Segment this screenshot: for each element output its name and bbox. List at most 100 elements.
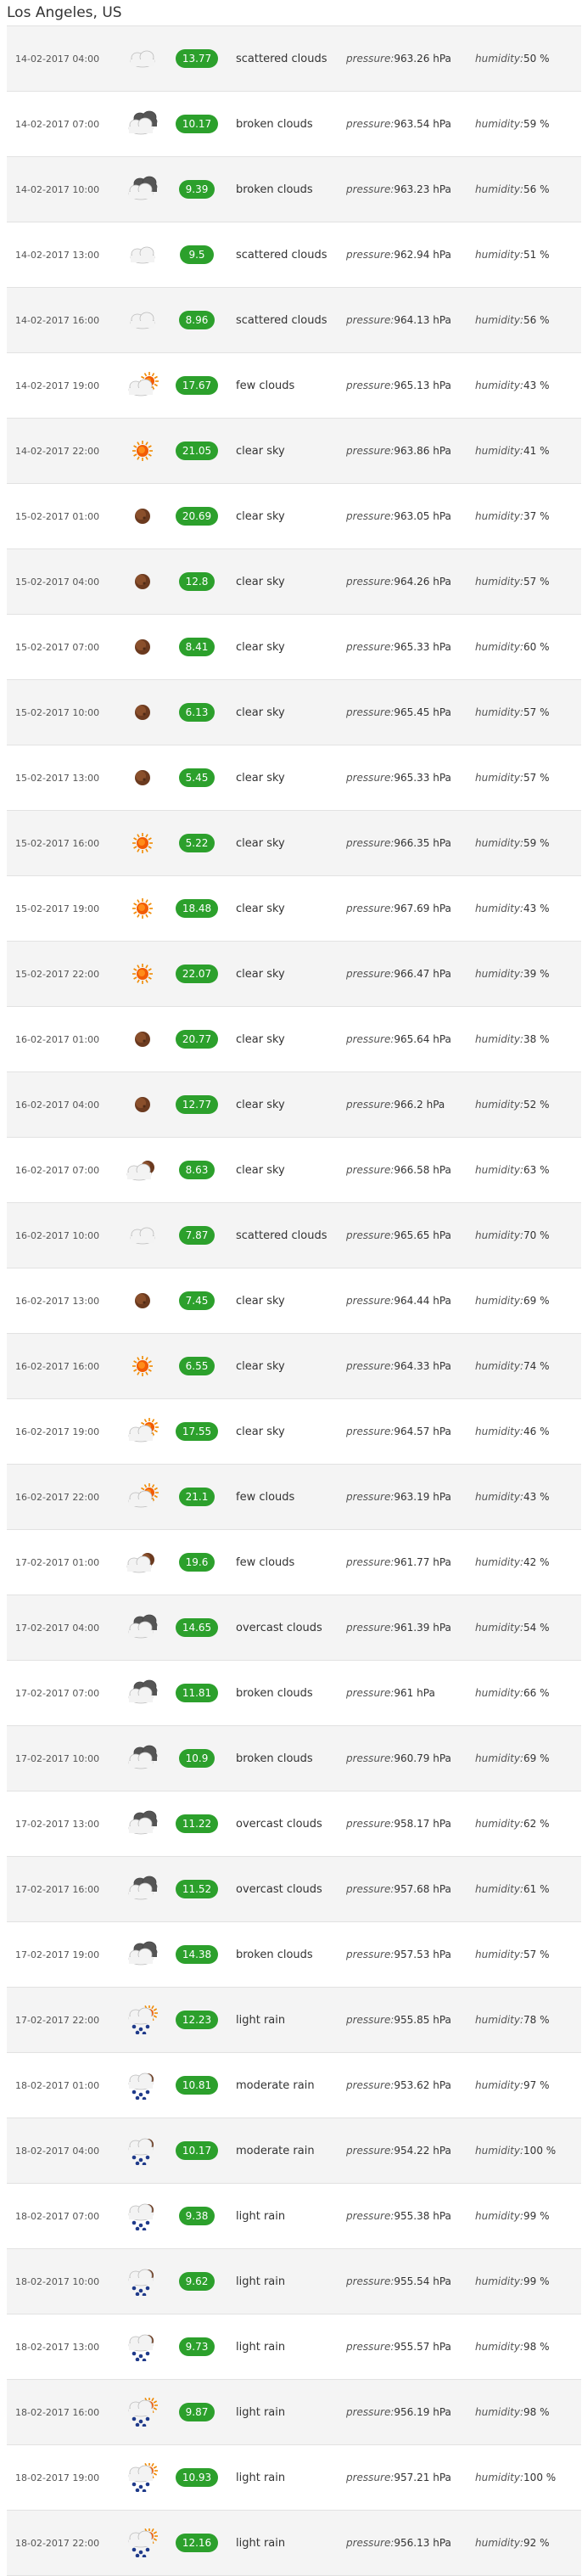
humidity-unit: % xyxy=(540,183,550,195)
humidity-field: humidity:66 % xyxy=(475,1687,570,1699)
pressure-field: pressure:961 hPa xyxy=(346,1687,475,1699)
pressure-field: pressure:967.69 hPa xyxy=(346,903,475,914)
clear-sky-night-icon xyxy=(115,567,170,596)
forecast-date: 15-02-2017 10:00 xyxy=(15,706,100,718)
temperature-cell: 12.16 xyxy=(170,2534,224,2552)
page-title: Los Angeles, US xyxy=(7,4,122,21)
pressure-label: pressure: xyxy=(346,314,395,326)
pressure-label: pressure: xyxy=(346,1164,395,1176)
temperature-badge: 10.93 xyxy=(175,2468,219,2487)
humidity-label: humidity: xyxy=(475,772,524,784)
pressure-field: pressure:965.33 hPa xyxy=(346,641,475,653)
humidity-field: humidity:100 % xyxy=(475,2145,570,2157)
pressure-unit: hPa xyxy=(433,576,451,588)
rain-night-icon xyxy=(115,2136,170,2165)
weather-description: clear sky xyxy=(236,1032,285,1046)
humidity-label: humidity: xyxy=(475,1883,524,1895)
clear-sky-day-icon xyxy=(115,829,170,858)
pressure-field: pressure:954.22 hPa xyxy=(346,2145,475,2157)
humidity-field: humidity:74 % xyxy=(475,1360,570,1372)
pressure-field: pressure:964.13 hPa xyxy=(346,314,475,326)
pressure-label: pressure: xyxy=(346,380,395,391)
temperature-cell: 17.55 xyxy=(170,1422,224,1441)
broken-clouds-icon xyxy=(115,1940,170,1969)
humidity-unit: % xyxy=(540,968,550,980)
pressure-field: pressure:961.77 hPa xyxy=(346,1556,475,1568)
clear-sky-night-icon xyxy=(115,698,170,727)
few-clouds-day-icon xyxy=(115,1417,170,1446)
humidity-value: 63 xyxy=(523,1164,537,1176)
broken-clouds-icon xyxy=(115,1613,170,1642)
forecast-date: 14-02-2017 19:00 xyxy=(15,380,100,391)
pressure-field: pressure:965.45 hPa xyxy=(346,706,475,718)
pressure-label: pressure: xyxy=(346,1883,395,1895)
clear-sky-day-icon xyxy=(115,1352,170,1381)
humidity-unit: % xyxy=(540,1360,550,1372)
humidity-unit: % xyxy=(540,2014,550,2026)
forecast-date: 18-02-2017 19:00 xyxy=(15,2472,100,2483)
broken-clouds-icon xyxy=(115,1679,170,1707)
pressure-field: pressure:955.85 hPa xyxy=(346,2014,475,2026)
forecast-row: 18-02-2017 01:00 10.81 moderate rain pressu… xyxy=(7,2053,581,2118)
forecast-row: 17-02-2017 10:00 10.9 broken clouds pressur… xyxy=(7,1726,581,1791)
forecast-date: 15-02-2017 04:00 xyxy=(15,576,100,588)
humidity-label: humidity: xyxy=(475,380,524,391)
humidity-label: humidity: xyxy=(475,968,524,980)
humidity-unit: % xyxy=(546,2472,557,2483)
humidity-unit: % xyxy=(546,2145,557,2157)
weather-description: clear sky xyxy=(236,1163,285,1177)
weather-description: light rain xyxy=(236,2471,286,2484)
temperature-badge: 10.81 xyxy=(175,2076,219,2095)
pressure-label: pressure: xyxy=(346,837,395,849)
pressure-field: pressure:961.39 hPa xyxy=(346,1622,475,1634)
weather-description: clear sky xyxy=(236,1359,285,1373)
temperature-badge: 20.69 xyxy=(175,507,219,526)
temperature-badge: 11.81 xyxy=(175,1684,219,1702)
temperature-badge: 13.77 xyxy=(175,49,219,68)
pressure-value: 964.26 xyxy=(394,576,430,588)
pressure-label: pressure: xyxy=(346,510,395,522)
pressure-value: 955.85 xyxy=(394,2014,430,2026)
humidity-unit: % xyxy=(540,641,550,653)
temperature-cell: 14.65 xyxy=(170,1618,224,1637)
temperature-badge: 9.87 xyxy=(178,2403,215,2421)
forecast-row: 15-02-2017 22:00 22.07 clear sky pressure:9… xyxy=(7,942,581,1007)
temperature-badge: 11.52 xyxy=(175,1880,219,1898)
humidity-value: 59 xyxy=(523,837,537,849)
pressure-label: pressure: xyxy=(346,2341,395,2353)
temperature-badge: 10.9 xyxy=(178,1749,215,1768)
forecast-date: 17-02-2017 16:00 xyxy=(15,1883,100,1895)
forecast-date: 16-02-2017 01:00 xyxy=(15,1033,100,1045)
temperature-cell: 20.69 xyxy=(170,507,224,526)
humidity-label: humidity: xyxy=(475,510,524,522)
pressure-field: pressure:956.13 hPa xyxy=(346,2537,475,2549)
broken-clouds-icon xyxy=(115,110,170,138)
forecast-date: 18-02-2017 01:00 xyxy=(15,2079,100,2091)
temperature-badge: 8.41 xyxy=(178,638,215,656)
temperature-cell: 9.73 xyxy=(170,2337,224,2356)
pressure-field: pressure:965.65 hPa xyxy=(346,1229,475,1241)
pressure-label: pressure: xyxy=(346,1622,395,1634)
forecast-date: 16-02-2017 10:00 xyxy=(15,1229,100,1241)
pressure-value: 957.21 xyxy=(394,2472,430,2483)
temperature-badge: 18.48 xyxy=(175,899,219,918)
pressure-field: pressure:958.17 hPa xyxy=(346,1818,475,1830)
forecast-row: 17-02-2017 22:00 12.23 light rain pressure:… xyxy=(7,1988,581,2053)
pressure-value: 965.13 xyxy=(394,380,430,391)
humidity-value: 100 xyxy=(523,2472,543,2483)
humidity-value: 57 xyxy=(523,576,537,588)
forecast-date: 17-02-2017 19:00 xyxy=(15,1949,100,1960)
temperature-cell: 5.22 xyxy=(170,834,224,852)
humidity-unit: % xyxy=(540,1818,550,1830)
temperature-badge: 9.73 xyxy=(178,2337,215,2356)
temperature-cell: 10.17 xyxy=(170,115,224,133)
humidity-label: humidity: xyxy=(475,1752,524,1764)
pressure-value: 964.33 xyxy=(394,1360,430,1372)
clear-sky-night-icon xyxy=(115,1025,170,1054)
temperature-cell: 18.48 xyxy=(170,899,224,918)
humidity-unit: % xyxy=(540,445,550,457)
humidity-field: humidity:57 % xyxy=(475,576,570,588)
forecast-row: 17-02-2017 04:00 14.65 overcast clouds pres… xyxy=(7,1595,581,1661)
forecast-date: 15-02-2017 01:00 xyxy=(15,510,100,522)
humidity-label: humidity: xyxy=(475,1818,524,1830)
